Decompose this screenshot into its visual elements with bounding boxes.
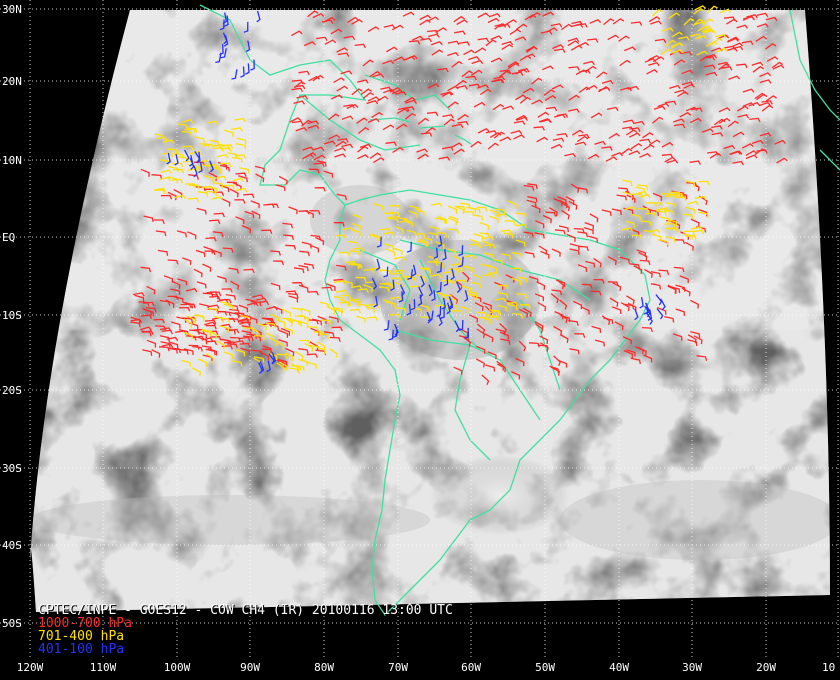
longitude-label: 40W — [609, 661, 629, 674]
latitude-label: 20N — [2, 75, 22, 88]
longitude-label: 30W — [682, 661, 702, 674]
longitude-label: 80W — [314, 661, 334, 674]
legend: CPTEC/INPE - GOES12 - COW CH4 (IR) 20100… — [38, 604, 453, 656]
longitude-label: 110W — [89, 661, 117, 674]
latitude-label: 50S — [2, 617, 22, 630]
latitude-label: 30S — [2, 462, 22, 475]
satellite-map-view: 30N 20N 10N EQ 10S 20S 30S 40S 50S 120W 110W 100W 9… — [0, 0, 840, 680]
latitude-label: 20S — [2, 384, 22, 397]
longitude-label: 60W — [461, 661, 481, 674]
longitude-label: 90W — [240, 661, 260, 674]
latitude-label: 10N — [2, 154, 22, 167]
ir-image-layer — [30, 10, 830, 612]
satellite-image — [0, 0, 840, 658]
longitude-label: 50W — [535, 661, 555, 674]
longitude-label: 100W — [163, 661, 191, 674]
longitude-label: 10 — [822, 661, 836, 674]
latitude-label: 30N — [2, 3, 22, 16]
longitude-label: 20W — [756, 661, 776, 674]
latitude-label: 10S — [2, 309, 22, 322]
legend-item-high-level: 401-100 hPa — [38, 642, 125, 657]
latitude-label: 40S — [2, 539, 22, 552]
longitude-label: 120W — [16, 661, 44, 674]
longitude-label: 70W — [388, 661, 408, 674]
latitude-label: EQ — [2, 231, 16, 244]
cyclone-cloud — [430, 455, 570, 535]
